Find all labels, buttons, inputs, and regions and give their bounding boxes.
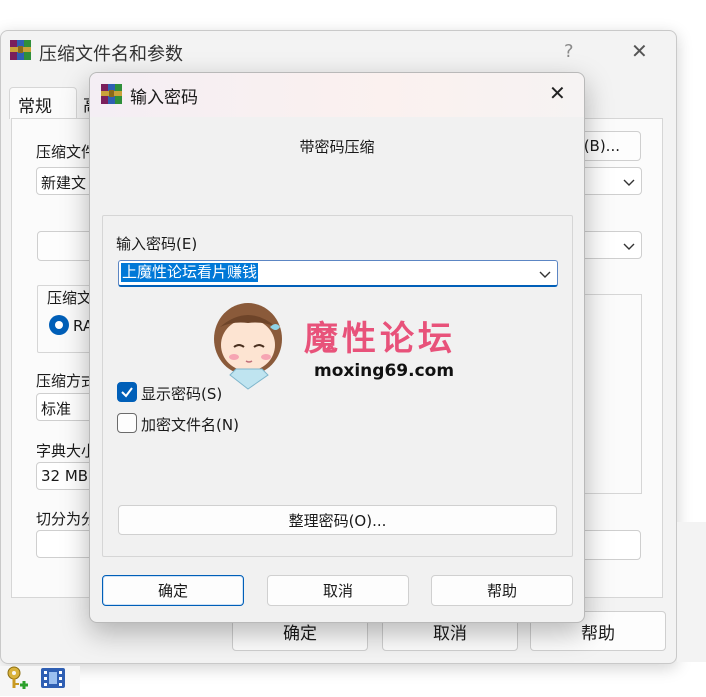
enter-password-dialog: 输入密码 ✕ 带密码压缩 输入密码(E) 上魔性论坛看片赚钱 魔性论坛 moxi… xyxy=(89,72,585,623)
mascot-logo xyxy=(208,297,290,397)
watermark-url: moxing69.com xyxy=(314,361,455,381)
organize-passwords-label: 整理密码(O)... xyxy=(288,511,387,530)
archive-name-field[interactable]: 新建文 xyxy=(36,167,96,195)
ok-button[interactable]: 确定 xyxy=(102,575,244,606)
archive-name-label: 压缩文件 xyxy=(36,143,97,161)
help-button[interactable]: 帮助 xyxy=(431,575,573,606)
show-password-label[interactable]: 显示密码(S) xyxy=(141,383,222,404)
window-title: 压缩文件名和参数 xyxy=(39,44,183,65)
organize-passwords-button[interactable]: 整理密码(O)... xyxy=(118,505,557,535)
checkmark-icon xyxy=(121,387,133,398)
cancel-label: 取消 xyxy=(322,582,353,600)
dictionary-size-value: 32 MB xyxy=(41,467,89,485)
profiles-button[interactable] xyxy=(37,231,97,261)
add-key-icon[interactable] xyxy=(4,665,30,697)
compression-method-value: 标准 xyxy=(41,400,72,418)
password-label: 输入密码(E) xyxy=(116,235,198,253)
film-icon[interactable] xyxy=(40,667,66,693)
dictionary-size-label: 字典大小 xyxy=(36,442,97,460)
chevron-down-icon[interactable] xyxy=(539,268,551,280)
winrar-app-icon xyxy=(100,83,124,109)
split-volumes-field[interactable] xyxy=(36,530,96,558)
archive-name-value: 新建文 xyxy=(41,174,87,192)
dictionary-size-select[interactable]: 32 MB xyxy=(36,462,96,490)
cancel-button[interactable]: 取消 xyxy=(267,575,409,606)
close-icon[interactable]: ✕ xyxy=(631,39,648,63)
background-app-strip xyxy=(677,522,706,662)
archive-format-label: 压缩文 xyxy=(45,287,95,308)
dialog-title: 输入密码 xyxy=(130,88,198,108)
password-input[interactable]: 上魔性论坛看片赚钱 xyxy=(118,260,558,287)
tab-general[interactable]: 常规 xyxy=(9,87,77,119)
chevron-down-icon xyxy=(623,179,635,186)
password-value: 上魔性论坛看片赚钱 xyxy=(121,263,259,282)
show-password-checkbox[interactable] xyxy=(117,382,137,402)
format-rar-radio[interactable] xyxy=(49,315,69,335)
dialog-header: 带密码压缩 xyxy=(299,138,375,156)
encrypt-filenames-checkbox[interactable] xyxy=(117,413,137,433)
ok-label: 确定 xyxy=(157,582,188,600)
browse-button-label: (B)... xyxy=(583,137,620,155)
bg-help-label: 帮助 xyxy=(581,623,615,644)
compression-method-label: 压缩方式 xyxy=(36,372,97,390)
encrypt-filenames-label[interactable]: 加密文件名(N) xyxy=(141,414,239,435)
chevron-down-icon xyxy=(623,243,635,250)
watermark-brand: 魔性论坛 xyxy=(304,319,456,359)
dialog-close-icon[interactable]: ✕ xyxy=(549,81,566,105)
split-volumes-label: 切分为分 xyxy=(36,510,97,528)
help-icon[interactable]: ? xyxy=(564,41,574,62)
help-label: 帮助 xyxy=(486,582,517,600)
compression-method-select[interactable]: 标准 xyxy=(36,393,96,421)
winrar-app-icon xyxy=(9,39,33,65)
tab-general-label: 常规 xyxy=(18,97,52,117)
